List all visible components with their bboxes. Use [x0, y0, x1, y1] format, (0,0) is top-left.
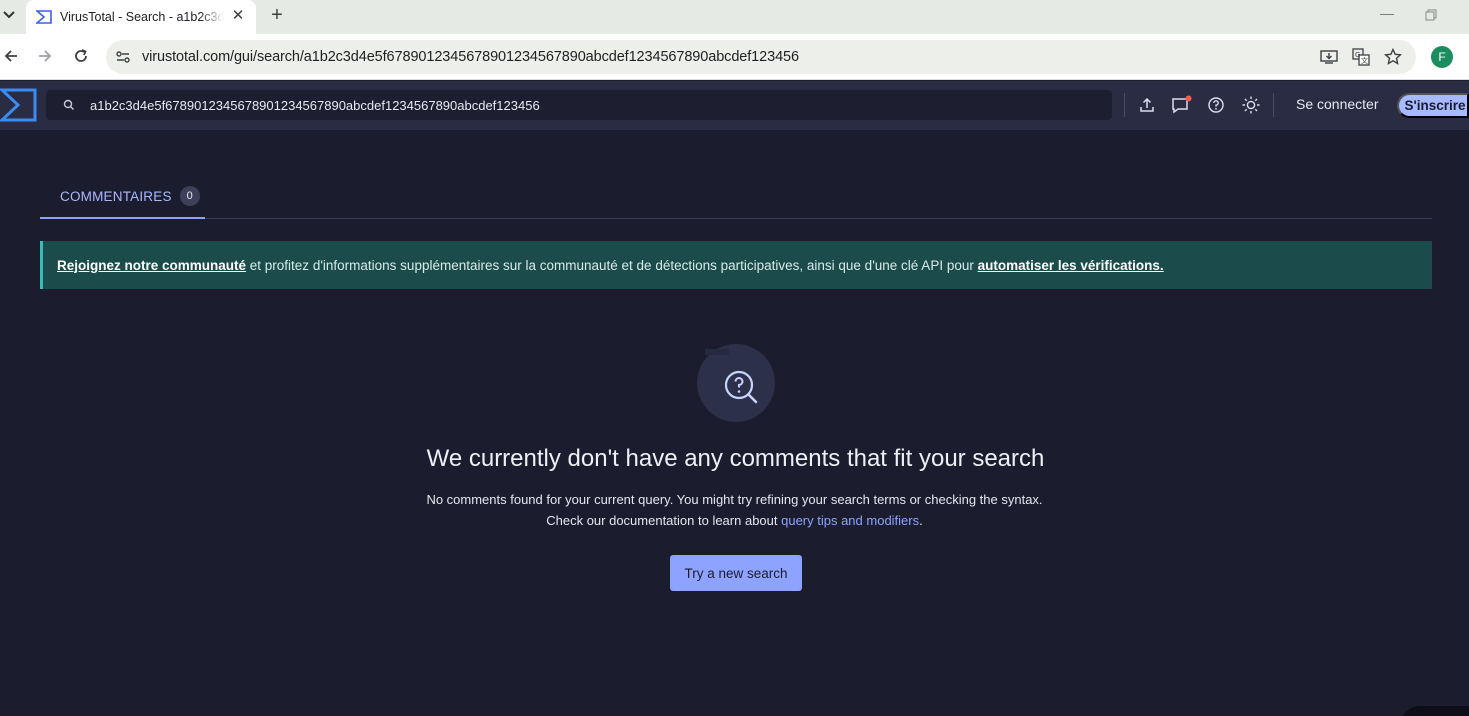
minimize-icon[interactable]: — — [1378, 5, 1396, 23]
browser-tab-title: VirusTotal - Search - a1b2c3d4e5f6 — [60, 10, 224, 24]
tabs-bar: COMMENTAIRES 0 — [40, 175, 1432, 219]
comment-count-badge: 0 — [179, 186, 200, 206]
forward-arrow-icon[interactable] — [34, 45, 56, 67]
query-tips-link[interactable]: query tips and modifiers — [781, 513, 919, 528]
address-bar[interactable]: virustotal.com/gui/search/a1b2c3d4e5f678… — [106, 40, 1416, 74]
reload-icon[interactable] — [70, 45, 92, 67]
virustotal-logo[interactable] — [0, 87, 38, 123]
search-icon — [63, 99, 74, 110]
profile-avatar[interactable]: F — [1431, 46, 1453, 68]
empty-state-line1: No comments found for your current query… — [426, 492, 1043, 507]
svg-text:文: 文 — [1361, 56, 1368, 65]
banner-text: et profitez d'informations supplémentair… — [246, 257, 978, 273]
tab-comments-label: COMMENTAIRES — [60, 188, 172, 204]
search-help-icon — [697, 344, 775, 422]
vt-search-bar[interactable] — [46, 90, 1112, 120]
docs-prefix: Check our documentation to learn about — [546, 513, 782, 528]
empty-state-description: No comments found for your current query… — [0, 489, 1469, 531]
header-divider — [1124, 93, 1125, 117]
browser-tab-active[interactable]: VirusTotal - Search - a1b2c3d4e5f6 ✕ — [26, 0, 256, 34]
new-tab-button[interactable]: + — [266, 5, 288, 27]
corner-decoration — [1400, 706, 1469, 716]
tab-list-icon[interactable] — [0, 6, 18, 24]
docs-suffix: . — [919, 513, 923, 528]
empty-state-title: We currently don't have any comments tha… — [426, 445, 1045, 472]
tab-comments[interactable]: COMMENTAIRES 0 — [40, 175, 205, 219]
address-url[interactable]: virustotal.com/gui/search/a1b2c3d4e5f678… — [142, 49, 799, 65]
install-app-icon[interactable] — [1319, 47, 1339, 67]
svg-text:G: G — [1355, 51, 1360, 59]
restore-icon[interactable] — [1422, 6, 1440, 24]
site-info-icon[interactable] — [114, 48, 132, 66]
virustotal-favicon — [36, 10, 52, 24]
join-community-link[interactable]: Rejoignez notre communauté — [57, 258, 246, 273]
bookmark-star-icon[interactable] — [1383, 47, 1403, 67]
header-divider — [1273, 93, 1274, 117]
help-icon[interactable] — [1205, 94, 1227, 116]
theme-sun-icon[interactable] — [1240, 94, 1262, 116]
upload-icon[interactable] — [1136, 94, 1158, 116]
tab-close-icon[interactable]: ✕ — [230, 8, 246, 24]
empty-state-line2: Check our documentation to learn about q… — [0, 510, 1469, 531]
chat-icon[interactable] — [1171, 94, 1193, 116]
back-arrow-icon[interactable] — [0, 45, 22, 67]
vt-header: Se connecter S'inscrire — [0, 81, 1469, 130]
login-link[interactable]: Se connecter — [1296, 96, 1379, 112]
browser-tabstrip: VirusTotal - Search - a1b2c3d4e5f6 ✕ + — — [0, 0, 1469, 34]
automate-link[interactable]: automatiser les vérifications. — [978, 258, 1164, 273]
translate-icon[interactable]: G文 — [1351, 47, 1371, 67]
vt-search-input[interactable] — [90, 90, 1090, 120]
try-new-search-button[interactable]: Try a new search — [670, 555, 802, 591]
browser-toolbar: virustotal.com/gui/search/a1b2c3d4e5f678… — [0, 34, 1469, 80]
signup-button[interactable]: S'inscrire — [1397, 93, 1469, 118]
community-banner: Rejoignez notre communauté et profitez d… — [40, 241, 1432, 289]
